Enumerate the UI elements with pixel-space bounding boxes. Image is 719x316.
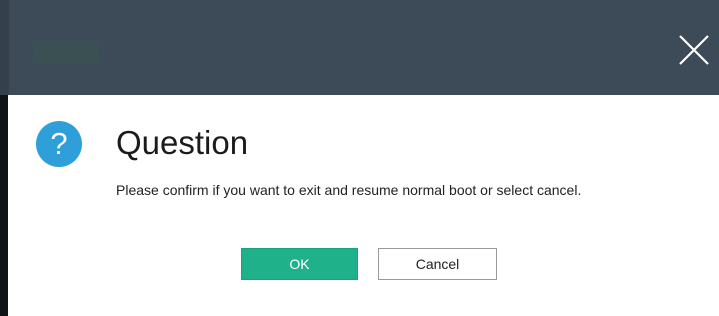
dialog-heading: Question <box>116 124 249 161</box>
dialog-message: Please confirm if you want to exit and r… <box>116 182 582 198</box>
close-icon <box>679 35 709 65</box>
question-dialog: ? Question Please confirm if you want to… <box>0 0 719 316</box>
question-icon: ? <box>36 121 82 167</box>
close-button[interactable] <box>672 28 716 72</box>
dialog-edge <box>0 95 8 316</box>
titlebar-logo <box>33 41 99 63</box>
ok-button[interactable]: OK <box>241 248 358 280</box>
cancel-button[interactable]: Cancel <box>378 248 497 280</box>
titlebar-edge <box>0 0 9 95</box>
dialog-titlebar <box>0 0 719 95</box>
